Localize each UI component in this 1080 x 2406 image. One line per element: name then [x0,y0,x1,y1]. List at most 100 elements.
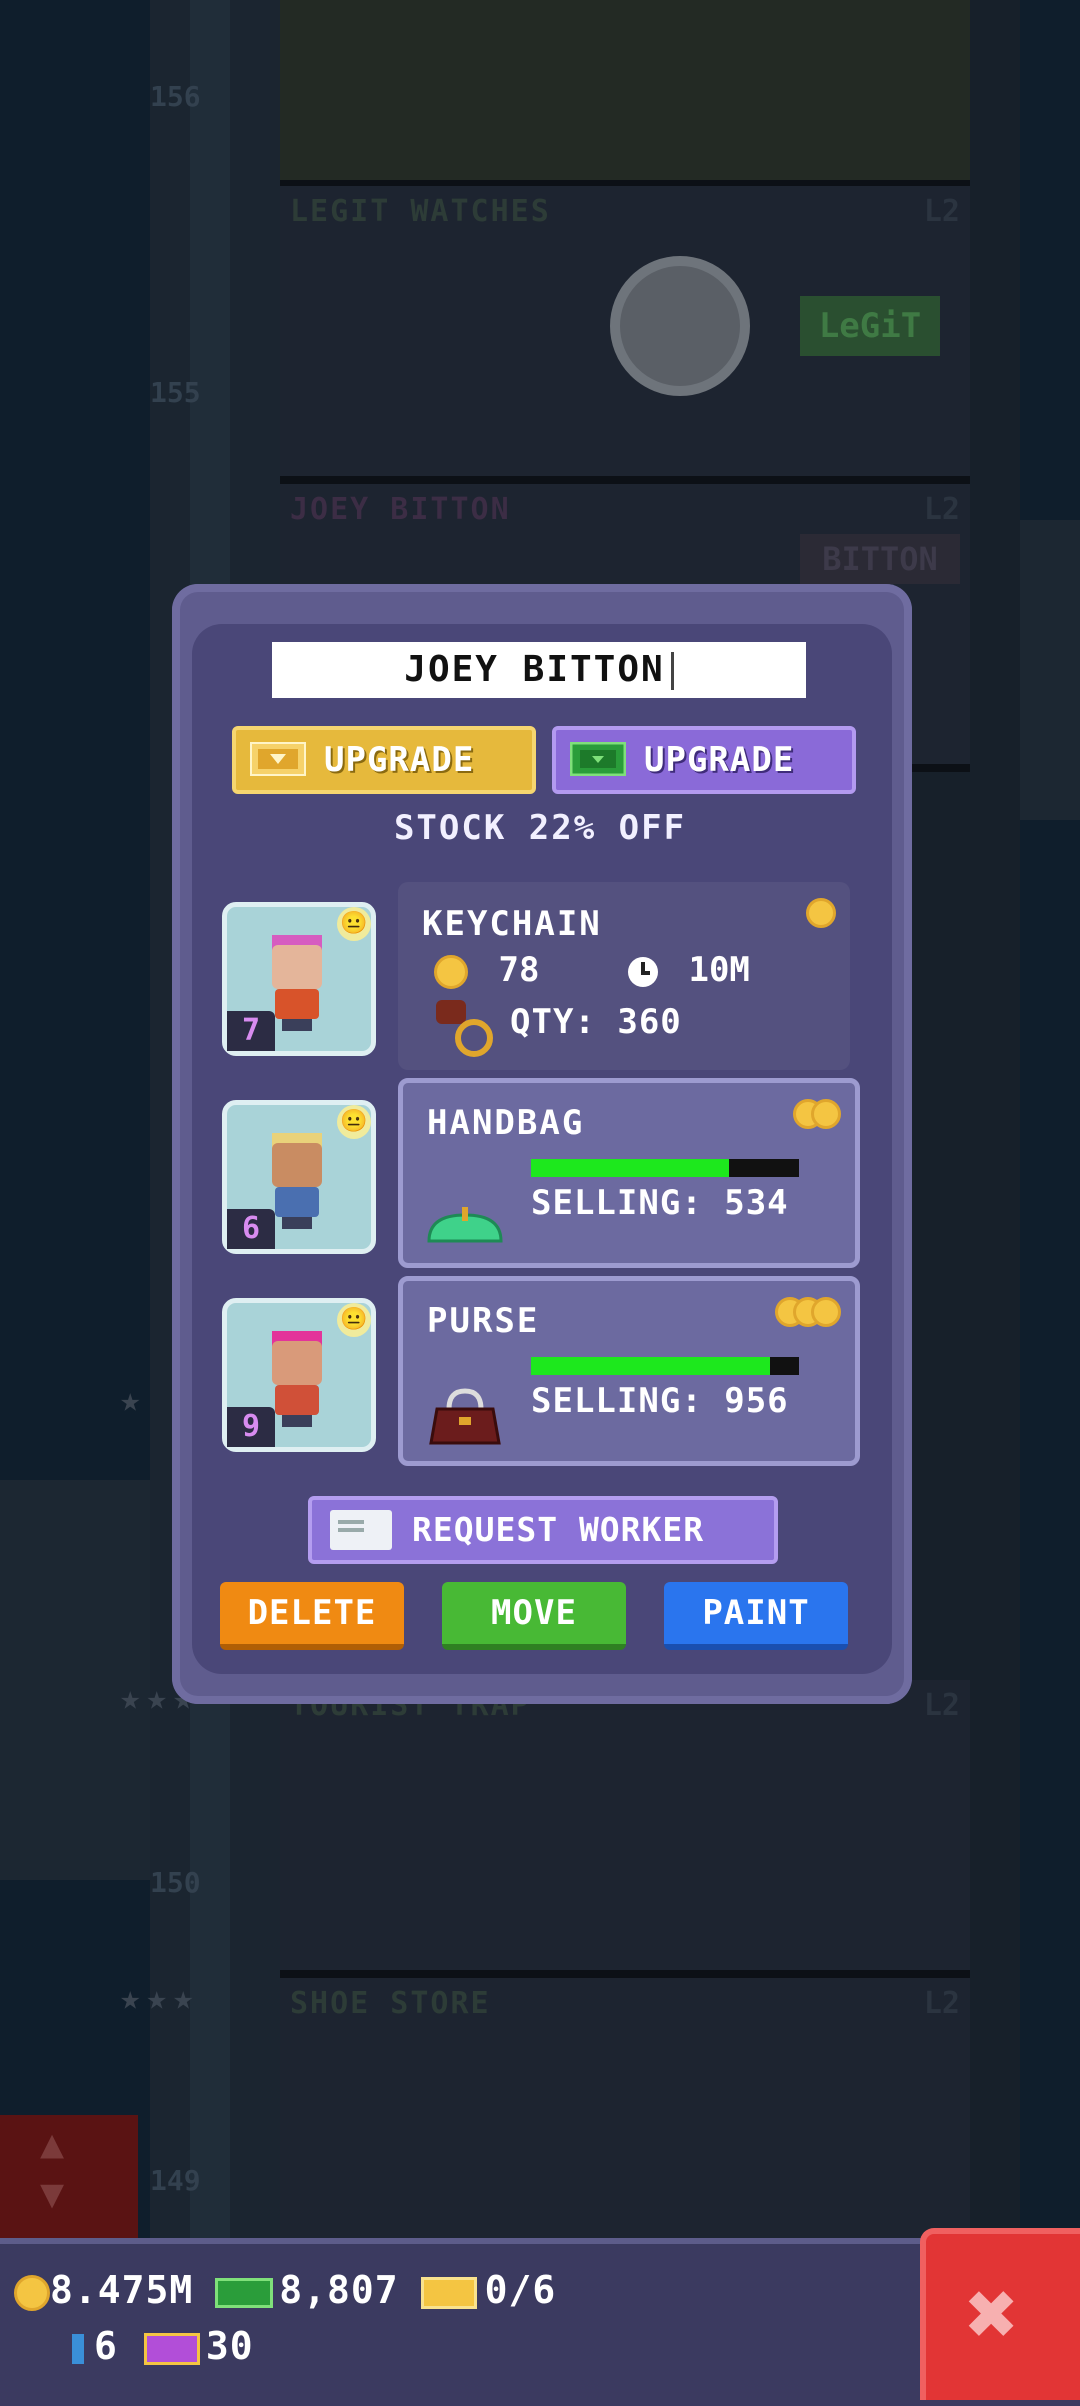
tier-coins [775,1297,841,1327]
golden-ticket-icon [250,742,306,776]
stock-slot-purse[interactable]: PURSE SELLING: 956 [398,1276,860,1466]
worker-skill-level: 9 [227,1407,275,1447]
time-row: 10M [626,950,750,990]
paint-button[interactable]: PAINT [664,1582,848,1650]
close-button[interactable]: ✖ [920,2228,1080,2400]
arrow-up-icon: ▲ [40,2121,65,2167]
upgrade-label: UPGRADE [324,740,475,780]
bux-icon [570,742,626,776]
item-title: PURSE [427,1301,540,1341]
floor-name-value: JOEY BITTON [404,649,665,690]
rating-stars: ★★★ [120,1978,200,2018]
floor-number: 149 [150,2164,201,2197]
envelope-icon [330,1510,392,1550]
floor-number: 156 [150,80,201,113]
floor-tourist-trap[interactable]: TOURIST TRAP L2 [280,1680,970,1978]
floor-name: SHOE STORE [290,1986,491,2021]
worker-skill-level: 6 [227,1209,275,1249]
item-title: KEYCHAIN [422,904,602,944]
floor-shoe-store[interactable]: SHOE STORE L2 [280,1978,970,2248]
tier-coins [806,898,836,928]
worker-legs [282,1019,312,1031]
bitton-sign: BITTON [800,534,960,584]
ticket-count: 0/6 [484,2268,557,2312]
worker-legs [282,1415,312,1427]
floor-level: L2 [923,492,960,527]
selling-progress-bar [531,1159,799,1177]
floor-number: 155 [150,376,201,409]
neutral-face-icon: 😐 [337,1105,371,1139]
upgrade-bux-button[interactable]: UPGRADE [552,726,856,794]
vip-ticket-icon [143,2332,200,2365]
coin-icon [811,1099,841,1129]
item-title: HANDBAG [427,1103,585,1143]
upgrade-label: UPGRADE [644,740,795,780]
neutral-face-icon: 😐 [337,1303,371,1337]
coin-icon [434,954,468,989]
stock-quantity: QTY: 360 [510,1002,682,1042]
bux-balance: 8,807 [279,2268,399,2312]
floor-legit-watches[interactable]: LEGIT WATCHES L2 LeGiT [280,186,970,484]
hud-row-currencies: 8.475M 8,807 0/6 [14,2268,556,2312]
rating-stars: ★ [120,1380,147,1420]
request-worker-label: REQUEST WORKER [412,1510,705,1549]
move-button[interactable]: MOVE [442,1582,626,1650]
floor-level: L2 [923,1986,960,2021]
arrow-down-icon: ▼ [40,2171,65,2217]
resource-hud: 8.475M 8,807 0/6 6 30 [0,2238,1080,2406]
golden-ticket-icon [420,2276,477,2309]
selling-progress-bar [531,1357,799,1375]
delete-button[interactable]: DELETE [220,1582,404,1650]
elevator-icon [72,2333,84,2364]
cost-row: 78 [434,950,539,990]
coin-balance: 8.475M [50,2268,194,2312]
worker-body [275,989,319,1019]
coin-icon [806,898,836,928]
floor-156[interactable] [280,0,970,188]
worker-avatar[interactable]: 😐 9 [222,1298,376,1452]
selling-count: SELLING: 956 [531,1381,789,1421]
floor-level: L2 [923,1688,960,1723]
worker-skill-level: 7 [227,1011,275,1051]
worker-body [275,1187,319,1217]
coin-icon [14,2274,50,2311]
close-icon: ✖ [966,2262,1019,2365]
request-worker-button[interactable]: REQUEST WORKER [308,1496,778,1564]
vip-count: 30 [205,2324,254,2368]
worker-legs [282,1217,312,1229]
worker-body [275,1385,319,1415]
stock-discount-text: STOCK 22% OFF [393,808,687,848]
worker-head [272,945,322,989]
hud-row-items: 6 30 [72,2324,254,2368]
worker-avatar[interactable]: 😐 7 [222,902,376,1056]
floor-level: L2 [923,194,960,229]
worker-head [272,1143,322,1187]
elevator-count: 6 [94,2324,118,2368]
clock-icon [628,956,658,987]
floor-number: 150 [150,1866,201,1899]
text-cursor [670,652,674,690]
purse-icon [429,1388,501,1445]
keychain-icon [436,1000,493,1057]
stock-slot-handbag[interactable]: HANDBAG SELLING: 534 [398,1078,860,1268]
handbag-icon [427,1207,503,1243]
tier-coins [793,1099,841,1129]
floor-name: LEGIT WATCHES [290,194,551,229]
restock-time: 10M [688,950,750,990]
legit-sign: LeGiT [800,296,940,356]
restock-cost: 78 [498,950,540,990]
upgrade-gold-ticket-button[interactable]: UPGRADE [232,726,536,794]
coin-icon [811,1297,841,1327]
selling-count: SELLING: 534 [531,1183,789,1223]
worker-avatar[interactable]: 😐 6 [222,1100,376,1254]
clock-decoration-icon [610,256,750,396]
progress-fill [531,1357,770,1375]
floor-name-input[interactable]: JOEY BITTON [272,642,806,698]
worker-head [272,1341,322,1385]
elevator-control-button[interactable]: ▲ ▼ [0,2115,138,2240]
stock-slot-keychain[interactable]: KEYCHAIN 78 10M QTY: 360 [398,882,850,1070]
floor-name: JOEY BITTON [290,492,511,527]
neutral-face-icon: 😐 [337,907,371,941]
bux-icon [215,2277,274,2308]
progress-fill [531,1159,730,1177]
